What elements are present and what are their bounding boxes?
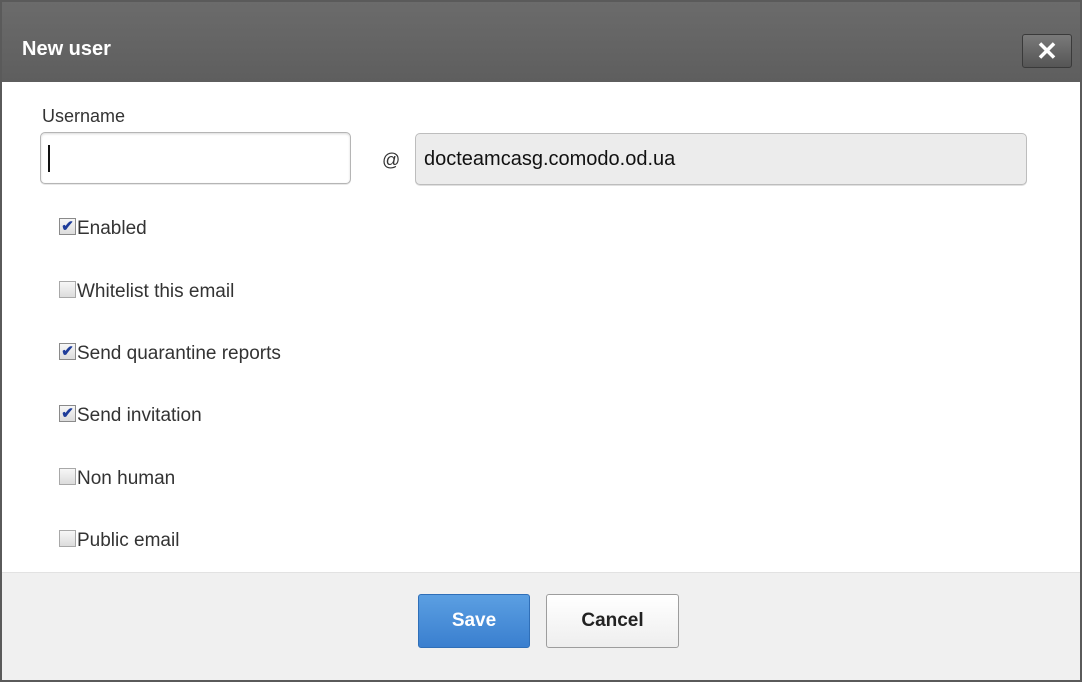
checkbox-public-email[interactable]	[59, 529, 76, 547]
option-non-human[interactable]: Non human	[59, 467, 176, 490]
text-cursor	[48, 145, 50, 172]
close-icon: ✕	[1036, 35, 1058, 66]
domain-field[interactable]: docteamcasg.comodo.od.ua	[415, 133, 1027, 185]
option-whitelist-email[interactable]: Whitelist this email	[59, 280, 235, 303]
option-label: Send invitation	[77, 405, 202, 426]
at-sign: @	[382, 150, 401, 170]
username-label: Username	[42, 106, 126, 126]
checkbox-enabled[interactable]: ✔	[59, 217, 76, 235]
dialog-footer	[2, 572, 1080, 680]
option-label: Public email	[77, 530, 180, 551]
option-label: Send quarantine reports	[77, 343, 281, 364]
new-user-dialog: New user ✕ Username @ docteamcasg.comodo…	[0, 0, 1082, 682]
username-input[interactable]	[40, 132, 351, 184]
domain-value: docteamcasg.comodo.od.ua	[424, 147, 676, 170]
checkbox-non-human[interactable]	[59, 467, 76, 485]
option-send-invitation[interactable]: ✔ Send invitation	[59, 404, 202, 427]
option-label: Enabled	[77, 218, 147, 239]
dialog-title: New user	[22, 38, 111, 60]
save-button[interactable]: Save	[418, 594, 530, 648]
dialog-titlebar: New user ✕	[2, 2, 1080, 82]
option-enabled[interactable]: ✔ Enabled	[59, 217, 147, 240]
cancel-button[interactable]: Cancel	[546, 594, 679, 648]
option-send-quarantine-reports[interactable]: ✔ Send quarantine reports	[59, 342, 281, 365]
checkbox-send-invitation[interactable]: ✔	[59, 404, 76, 422]
close-button[interactable]: ✕	[1022, 34, 1072, 68]
checkbox-send-quarantine-reports[interactable]: ✔	[59, 342, 76, 360]
option-public-email[interactable]: Public email	[59, 529, 180, 552]
option-label: Non human	[77, 468, 176, 489]
option-label: Whitelist this email	[77, 281, 235, 302]
checkbox-whitelist-email[interactable]	[59, 280, 76, 298]
